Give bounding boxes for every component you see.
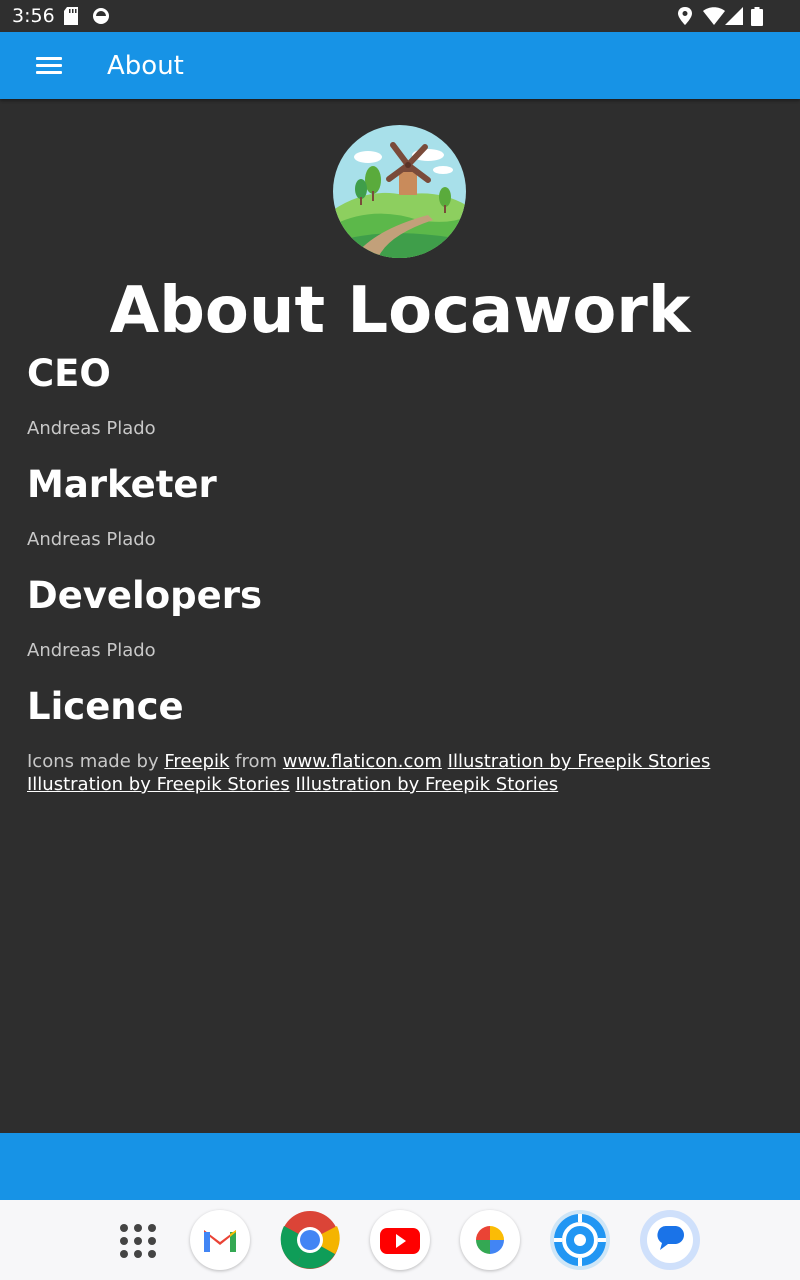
freepik-stories-link-3[interactable]: Illustration by Freepik Stories (295, 774, 558, 795)
status-bar: 3:56 (0, 0, 800, 32)
marketer-heading: Marketer (27, 463, 217, 506)
windmill-landscape-logo (333, 125, 466, 258)
licence-prefix: Icons made by (27, 751, 159, 772)
licence-text: Icons made by Freepik from www.flaticon.… (27, 750, 777, 796)
location-icon (678, 7, 692, 25)
gmail-icon[interactable] (190, 1210, 250, 1270)
messages-icon[interactable] (640, 1210, 700, 1270)
app-bar: About (0, 32, 800, 99)
status-time: 3:56 (12, 5, 55, 27)
hamburger-menu-icon[interactable] (24, 45, 74, 85)
app-bar-title: About (107, 51, 184, 81)
ceo-heading: CEO (27, 352, 111, 395)
developers-name: Andreas Plado (27, 640, 156, 661)
youtube-icon[interactable] (370, 1210, 430, 1270)
freepik-stories-link-2[interactable]: Illustration by Freepik Stories (27, 774, 290, 795)
chrome-icon[interactable] (280, 1210, 340, 1270)
sd-card-icon (64, 7, 78, 25)
bottom-bar (0, 1133, 800, 1200)
app-drawer-icon[interactable] (108, 1210, 168, 1270)
freepik-stories-link-1[interactable]: Illustration by Freepik Stories (448, 751, 711, 772)
battery-icon (751, 7, 763, 26)
page-title: About Locawork (109, 274, 691, 348)
marketer-name: Andreas Plado (27, 529, 156, 550)
locawork-app-icon[interactable] (550, 1210, 610, 1270)
wifi-icon (703, 7, 725, 25)
notification-icon (93, 8, 109, 24)
about-content: About Locawork CEO Andreas Plado Markete… (0, 99, 800, 1133)
licence-from: from (235, 751, 278, 772)
licence-heading: Licence (27, 685, 184, 728)
developers-heading: Developers (27, 574, 262, 617)
freepik-link[interactable]: Freepik (164, 751, 229, 772)
app-dock (0, 1200, 800, 1280)
flaticon-link[interactable]: www.flaticon.com (283, 751, 442, 772)
signal-icon (725, 7, 743, 25)
ceo-name: Andreas Plado (27, 418, 156, 439)
photos-icon[interactable] (460, 1210, 520, 1270)
